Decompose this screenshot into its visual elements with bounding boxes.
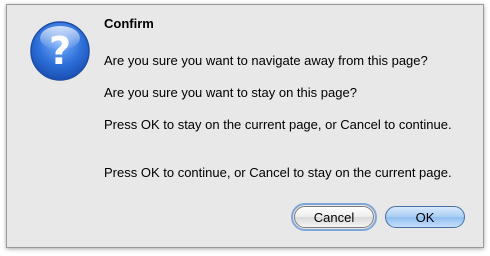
confirm-dialog: ? Confirm Are you sure you want to navig… [6, 4, 484, 248]
dialog-message-3: Press OK to stay on the current page, or… [104, 117, 452, 132]
svg-text:?: ? [49, 29, 71, 73]
dialog-message-2: Are you sure you want to stay on this pa… [104, 85, 357, 100]
dialog-message-1: Are you sure you want to navigate away f… [104, 53, 428, 68]
dialog-message-4: Press OK to continue, or Cancel to stay … [104, 165, 452, 180]
cancel-button[interactable]: Cancel [291, 203, 377, 231]
dialog-title: Confirm [104, 16, 154, 31]
ok-button[interactable]: OK [385, 206, 465, 228]
question-icon: ? [30, 21, 90, 81]
